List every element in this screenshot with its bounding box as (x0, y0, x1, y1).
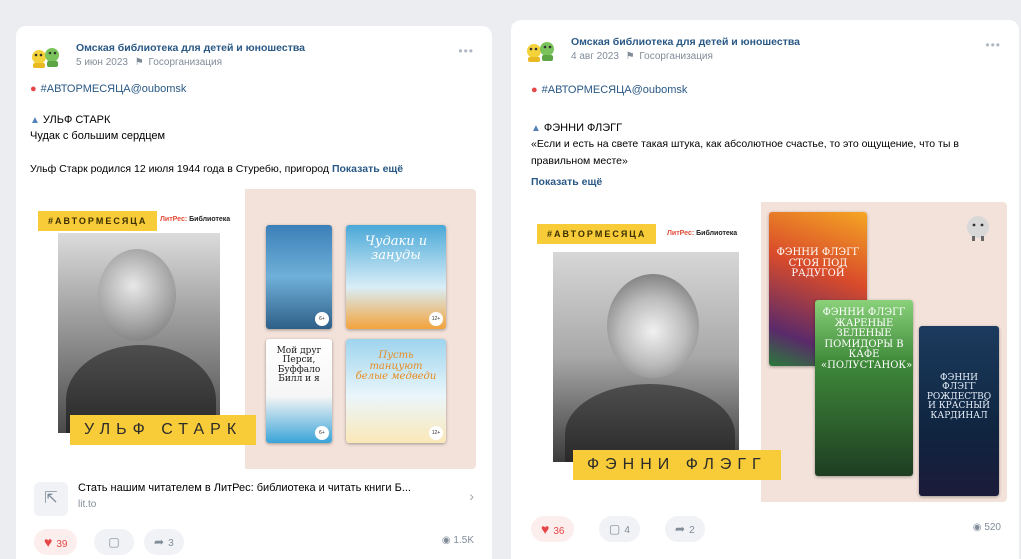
views-count: ◉ 1.5K (441, 535, 474, 546)
author-heading-text: УЛЬФ СТАРК (42, 114, 111, 126)
person-icon: ▲ (30, 115, 40, 126)
org-type: Госорганизация (148, 57, 223, 68)
post-actions: ♥ 39 ▢ ➦ 3 ◉ 1.5K (30, 529, 478, 557)
more-options-icon[interactable]: ••• (985, 38, 1001, 52)
org-type: Госорганизация (639, 51, 713, 62)
external-link-icon: ⇱ (34, 482, 68, 516)
book-cover: Пусть танцуют белые медведи 12+ (346, 339, 446, 443)
litres-logo: ЛитРес: Библиотека (160, 216, 231, 223)
hashtag-line[interactable]: ● #АВТОРМЕСЯЦА@oubomsk (531, 84, 687, 96)
banner-hashtag: #АВТОРМЕСЯЦА (537, 224, 657, 244)
post-subtitle: Чудак с большим сердцем (30, 130, 166, 142)
library-mascots-icon[interactable] (525, 36, 557, 64)
eye-icon: ◉ (441, 535, 451, 546)
banner-hashtag: #АВТОРМЕСЯЦА (38, 211, 158, 231)
author-heading: ▲ ФЭННИ ФЛЭГГ (531, 122, 622, 134)
more-options-icon[interactable]: ••• (458, 44, 474, 58)
flag-icon: ⚑ (625, 51, 635, 62)
post-header: Омская библиотека для детей и юношества … (30, 40, 478, 74)
post-image[interactable]: #АВТОРМЕСЯЦА ЛитРес: Библиотека УЛЬФ СТА… (30, 189, 476, 469)
person-icon: ▲ (531, 123, 541, 134)
share-button[interactable]: ➦ 2 (665, 516, 705, 542)
post-card-fannie-flagg: Омская библиотека для детей и юношества … (511, 20, 1019, 559)
hashtag-text[interactable]: #АВТОРМЕСЯЦА@oubomsk (41, 83, 187, 95)
post-text: Ульф Старк родился 12 июля 1944 года в С… (30, 161, 403, 178)
link-url: lit.to (78, 499, 97, 510)
post-actions: ♥ 36 ▢ 4 ➦ 2 ◉ 520 (525, 516, 1005, 544)
views-count: ◉ 520 (972, 522, 1001, 533)
post-header: Омская библиотека для детей и юношества … (525, 34, 1005, 68)
book-cover: ФЭННИ ФЛЭГГ ЖАРЕНЫЕ ЗЕЛЕНЫЕ ПОМИДОРЫ В К… (815, 300, 913, 476)
author-heading-text: ФЭННИ ФЛЭГГ (543, 122, 623, 134)
post-meta: 4 авг 2023 ⚑ Госорганизация (571, 51, 713, 62)
author-photo (58, 233, 220, 433)
post-text: «Если и есть на свете такая штука, как а… (531, 138, 959, 167)
author-photo (553, 252, 739, 462)
sheep-icon (967, 216, 989, 241)
location-pin-icon: ● (30, 83, 37, 95)
book-cover: Чудаки и зануды 12+ (346, 225, 446, 329)
chevron-right-icon: › (469, 488, 474, 504)
like-button[interactable]: ♥ 36 (531, 516, 575, 542)
share-icon: ➦ (154, 535, 165, 549)
banner-author-name: ФЭННИ ФЛЭГГ (573, 450, 781, 480)
author-heading: ▲ УЛЬФ СТАРК (30, 114, 110, 126)
litres-logo: ЛитРес: Библиотека (667, 230, 738, 237)
book-cover: Мой друг Перси, Буффало Билл и я 6+ (266, 339, 332, 443)
library-mascots-icon[interactable] (30, 42, 62, 70)
link-snippet[interactable]: ⇱ Стать нашим читателем в ЛитРес: библио… (30, 476, 478, 522)
post-date[interactable]: 5 июн 2023 (76, 57, 128, 68)
comment-icon: ▢ (609, 522, 621, 536)
post-date[interactable]: 4 авг 2023 (571, 51, 619, 62)
heart-icon: ♥ (44, 534, 53, 550)
heart-icon: ♥ (541, 521, 550, 537)
location-pin-icon: ● (531, 84, 538, 96)
share-icon: ➦ (675, 522, 686, 536)
post-card-ulf-stark: Омская библиотека для детей и юношества … (16, 26, 492, 559)
share-button[interactable]: ➦ 3 (144, 529, 184, 555)
comment-button[interactable]: ▢ (94, 529, 134, 555)
link-title[interactable]: Стать нашим читателем в ЛитРес: библиоте… (78, 482, 411, 494)
hashtag-line[interactable]: ● #АВТОРМЕСЯЦА@oubomsk (30, 83, 186, 95)
post-text-body: Ульф Старк родился 12 июля 1944 года в С… (30, 163, 330, 175)
book-cover: ФЭННИ ФЛЭГГ РОЖДЕСТВО И КРАСНЫЙ КАРДИНАЛ (919, 326, 999, 496)
show-more-link[interactable]: Показать ещё (531, 174, 602, 191)
book-cover: 6+ (266, 225, 332, 329)
group-name[interactable]: Омская библиотека для детей и юношества (571, 36, 800, 48)
photo-head (98, 249, 176, 341)
flag-icon: ⚑ (134, 57, 144, 68)
like-button[interactable]: ♥ 39 (34, 529, 78, 555)
post-meta: 5 июн 2023 ⚑ Госорганизация (76, 57, 222, 68)
comment-button[interactable]: ▢ 4 (599, 516, 640, 542)
banner-author-name: УЛЬФ СТАРК (70, 415, 257, 445)
show-more-link[interactable]: Показать ещё (332, 163, 403, 175)
eye-icon: ◉ (972, 522, 982, 533)
post-image[interactable]: #АВТОРМЕСЯЦА ЛитРес: Библиотека ФЭННИ ФЛ… (531, 202, 1007, 502)
photo-head (607, 274, 699, 378)
comment-icon: ▢ (108, 535, 120, 549)
hashtag-text[interactable]: #АВТОРМЕСЯЦА@oubomsk (542, 84, 688, 96)
group-name[interactable]: Омская библиотека для детей и юношества (76, 42, 305, 54)
